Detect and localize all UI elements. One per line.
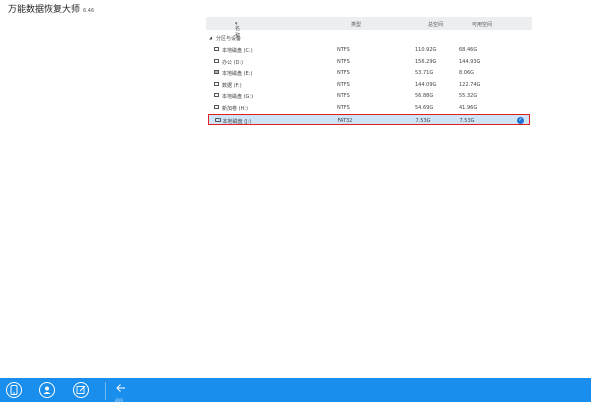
row-size: 7.53G xyxy=(415,117,431,124)
table-row-selected[interactable]: 本地磁盘 (J:) FAT32 7.53G 7.53G ✓ xyxy=(208,113,530,126)
row-type: NTFS xyxy=(337,104,350,111)
phone-icon-button[interactable] xyxy=(6,382,22,398)
row-available: 7.53G xyxy=(459,117,475,124)
drive-icon xyxy=(214,93,219,98)
phone-icon xyxy=(10,385,18,395)
row-type: NTFS xyxy=(337,47,350,53)
row-size: 144.09G xyxy=(415,81,437,88)
row-type: NTFS xyxy=(337,81,350,88)
drive-icon xyxy=(214,104,219,109)
table-header: 名称 ▾ 类型 总空间 可用空间 xyxy=(206,17,532,39)
table-row[interactable]: 数据 (F:) NTFS 144.09G 122.74G xyxy=(206,79,532,91)
user-icon-button[interactable] xyxy=(39,382,55,398)
group-label: 分区与设备 xyxy=(216,36,242,42)
row-available: 122.74G xyxy=(459,81,481,88)
usb-drive-icon xyxy=(214,117,221,122)
row-available: 41.96G xyxy=(459,104,478,111)
row-type: NTFS xyxy=(337,93,350,100)
table-row[interactable]: 本地磁盘 (E:) NTFS 53.71G 8.06G xyxy=(206,67,532,79)
drive-icon xyxy=(214,58,219,63)
table-row[interactable]: 本地磁盘 (G:) NTFS 56.88G 55.32G xyxy=(206,90,532,102)
row-size: 56.88G xyxy=(415,93,434,100)
toolbar-divider xyxy=(105,382,106,400)
app-title-bar: 万能数据恢复大师 6.46 xyxy=(8,2,94,16)
row-label: 数据 (F:) xyxy=(222,82,242,89)
header-name[interactable]: 名称 ▾ xyxy=(235,21,240,39)
drive-icon xyxy=(214,47,219,51)
table-row[interactable]: 新加卷 (H:) NTFS 54.69G 41.96G xyxy=(206,102,532,114)
header-available[interactable]: 可用空间 xyxy=(472,21,492,28)
row-size: 53.71G xyxy=(415,70,434,77)
back-arrow-icon[interactable] xyxy=(116,383,126,393)
row-label: 本地磁盘 (J:) xyxy=(222,118,252,125)
user-icon xyxy=(43,386,51,394)
row-available: 68.46G xyxy=(459,47,478,53)
partition-list-panel: 名称 ▾ 类型 总空间 可用空间 ◢ 分区与设备 本地磁盘 (C:) NTFS … xyxy=(206,17,532,126)
row-available: 55.32G xyxy=(459,93,478,100)
drive-striped-icon xyxy=(214,70,219,75)
drive-icon xyxy=(214,81,219,86)
row-type: FAT32 xyxy=(337,117,353,124)
row-label: 办公 (D:) xyxy=(222,59,244,66)
group-partitions-devices[interactable]: ◢ 分区与设备 xyxy=(206,30,532,44)
app-title: 万能数据恢复大师 xyxy=(8,5,81,15)
row-label: 新加卷 (H:) xyxy=(222,105,248,112)
row-size: 110.92G xyxy=(415,47,437,53)
row-type: NTFS xyxy=(337,70,350,77)
selected-check-icon[interactable]: ✓ xyxy=(517,116,524,124)
row-label: 本地磁盘 (G:) xyxy=(222,94,254,101)
back-label[interactable]: 返回 xyxy=(115,398,123,404)
row-available: 144.93G xyxy=(459,58,481,65)
row-label: 本地磁盘 (C:) xyxy=(222,48,253,54)
edit-icon xyxy=(76,385,86,394)
row-available: 8.06G xyxy=(459,70,475,77)
edit-icon-button[interactable] xyxy=(73,382,89,398)
row-type: NTFS xyxy=(337,58,350,65)
bottom-toolbar: 返回 xyxy=(0,378,591,404)
header-size[interactable]: 总空间 xyxy=(428,21,443,28)
collapse-triangle-icon[interactable]: ◢ xyxy=(209,35,212,40)
table-row[interactable]: 本地磁盘 (C:) NTFS 110.92G 68.46G xyxy=(206,44,532,56)
app-version: 6.46 xyxy=(83,8,95,14)
header-type[interactable]: 类型 xyxy=(351,21,361,28)
partition-rows: 本地磁盘 (C:) NTFS 110.92G 68.46G 办公 (D:) NT… xyxy=(206,44,532,126)
row-size: 54.69G xyxy=(415,104,434,111)
row-size: 156.29G xyxy=(415,58,437,65)
table-row[interactable]: 办公 (D:) NTFS 156.29G 144.93G xyxy=(206,56,532,68)
row-label: 本地磁盘 (E:) xyxy=(222,71,253,78)
